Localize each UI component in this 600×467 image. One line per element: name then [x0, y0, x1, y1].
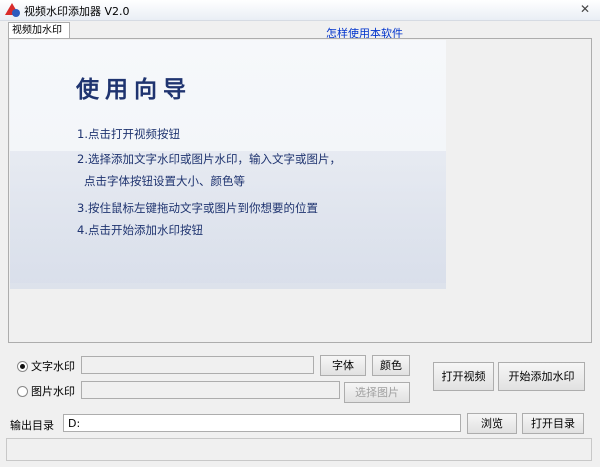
start-watermark-button[interactable]: 开始添加水印: [498, 362, 585, 391]
font-button[interactable]: 字体: [320, 355, 366, 376]
open-dir-button[interactable]: 打开目录: [522, 413, 584, 434]
guide-step-2: 2.选择添加文字水印或图片水印，输入文字或图片，: [77, 152, 341, 166]
close-icon[interactable]: ✕: [574, 1, 596, 18]
output-dir-label: 输出目录: [10, 419, 54, 432]
image-watermark-radio[interactable]: [17, 386, 28, 397]
tab-video-watermark[interactable]: 视频加水印: [8, 22, 70, 38]
guide-step-1: 1.点击打开视频按钮: [77, 127, 180, 141]
guide-step-2-cont: 点击字体按钮设置大小、颜色等: [84, 174, 245, 188]
guide-image: 使用向导 1.点击打开视频按钮 2.选择添加文字水印或图片水印，输入文字或图片，…: [10, 40, 446, 289]
main-window: 视频水印添加器 V2.0 ✕ 视频加水印 怎样使用本软件 使用向导 1.点击打开…: [0, 0, 600, 467]
app-icon: [5, 3, 20, 17]
choose-image-button[interactable]: 选择图片: [344, 382, 410, 403]
output-dir-input[interactable]: D:: [63, 414, 461, 432]
image-watermark-label: 图片水印: [31, 385, 75, 398]
guide-band: [10, 151, 446, 289]
image-watermark-input[interactable]: [81, 381, 340, 399]
text-watermark-label: 文字水印: [31, 360, 75, 373]
guide-step-3: 3.按住鼠标左键拖动文字或图片到你想要的位置: [77, 201, 318, 215]
window-title: 视频水印添加器 V2.0: [24, 5, 130, 18]
text-watermark-input[interactable]: [81, 356, 314, 374]
title-bar: 视频水印添加器 V2.0 ✕: [0, 0, 600, 21]
guide-title: 使用向导: [76, 76, 192, 103]
text-watermark-radio[interactable]: [17, 361, 28, 372]
color-button[interactable]: 颜色: [372, 355, 410, 376]
browse-button[interactable]: 浏览: [467, 413, 517, 434]
guide-step-4: 4.点击开始添加水印按钮: [77, 223, 203, 237]
status-bar: [6, 438, 592, 461]
open-video-button[interactable]: 打开视频: [433, 362, 494, 391]
